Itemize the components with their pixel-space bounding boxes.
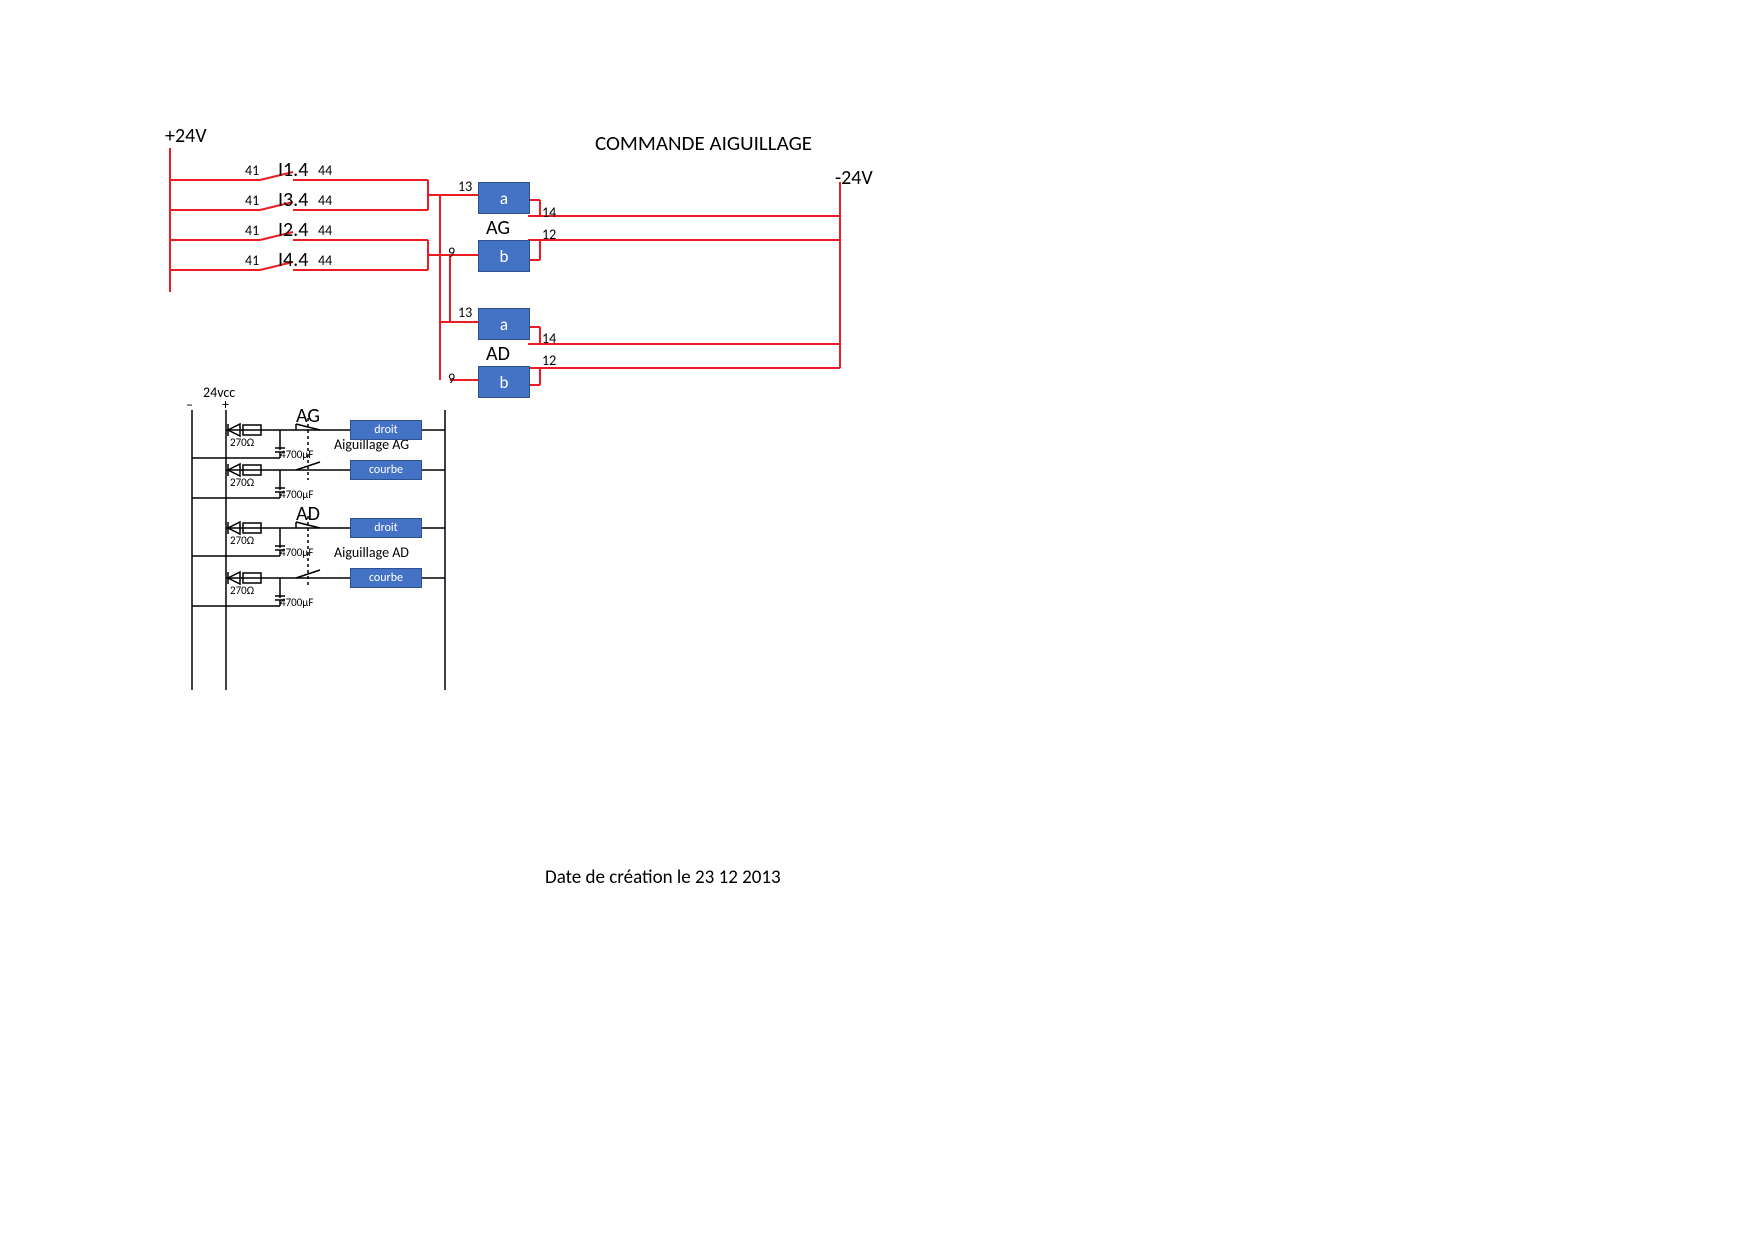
- btn-ag-droit: droit: [350, 420, 422, 440]
- rail-pos-label: +24V: [165, 124, 207, 148]
- contact-1-left: 41: [245, 162, 259, 179]
- footer-date: Date de création le 23 12 2013: [545, 866, 781, 889]
- relay-ag-p14: 14: [542, 204, 556, 221]
- rail-neg-label: -24V: [835, 166, 873, 190]
- relay-ad-p13: 13: [458, 304, 472, 321]
- dc-plus: +: [222, 396, 229, 413]
- c-ag-1: 4700µF: [280, 448, 313, 461]
- c-ag-2: 4700µF: [280, 488, 313, 501]
- c-ad-1: 4700µF: [280, 546, 313, 559]
- contact-2-left: 41: [245, 192, 259, 209]
- diagram-title: COMMANDE AIGUILLAGE: [595, 130, 812, 156]
- contact-4-left: 41: [245, 252, 259, 269]
- contact-1-right: 44: [318, 162, 332, 179]
- contact-4-right: 44: [318, 252, 332, 269]
- relay-ag-p9: 9: [448, 244, 455, 261]
- section-ad-desc: Aiguillage AD: [334, 544, 409, 561]
- btn-ag-courbe: courbe: [350, 460, 422, 480]
- r-ad-1: 270Ω: [230, 534, 254, 547]
- btn-ad-courbe: courbe: [350, 568, 422, 588]
- r-ad-2: 270Ω: [230, 584, 254, 597]
- relay-ag-p13: 13: [458, 178, 472, 195]
- contact-1-ref: I1.4: [278, 158, 308, 182]
- r-ag-2: 270Ω: [230, 476, 254, 489]
- contact-3-left: 41: [245, 222, 259, 239]
- relay-ag-name: AG: [486, 216, 510, 240]
- btn-ad-droit: droit: [350, 518, 422, 538]
- r-ag-1: 270Ω: [230, 436, 254, 449]
- relay-ag-b: b: [478, 240, 530, 272]
- c-ad-2: 4700µF: [280, 596, 313, 609]
- relay-ad-b: b: [478, 366, 530, 398]
- relay-ag-p12: 12: [542, 226, 556, 243]
- contact-2-ref: I3.4: [278, 188, 308, 212]
- section-ag-name: AG: [296, 404, 320, 428]
- schematic-svg: [0, 0, 1754, 1239]
- relay-ad-name: AD: [486, 342, 510, 366]
- relay-ad-p9: 9: [448, 370, 455, 387]
- relay-ad-a: a: [478, 308, 530, 340]
- contact-3-ref: I2.4: [278, 218, 308, 242]
- section-ad-name: AD: [296, 502, 320, 526]
- contact-3-right: 44: [318, 222, 332, 239]
- dc-minus: –: [186, 396, 193, 413]
- relay-ag-a: a: [478, 182, 530, 214]
- contact-2-right: 44: [318, 192, 332, 209]
- dc-label: 24vcc: [203, 384, 235, 401]
- relay-ad-p12: 12: [542, 352, 556, 369]
- contact-4-ref: I4.4: [278, 248, 308, 272]
- relay-ad-p14: 14: [542, 330, 556, 347]
